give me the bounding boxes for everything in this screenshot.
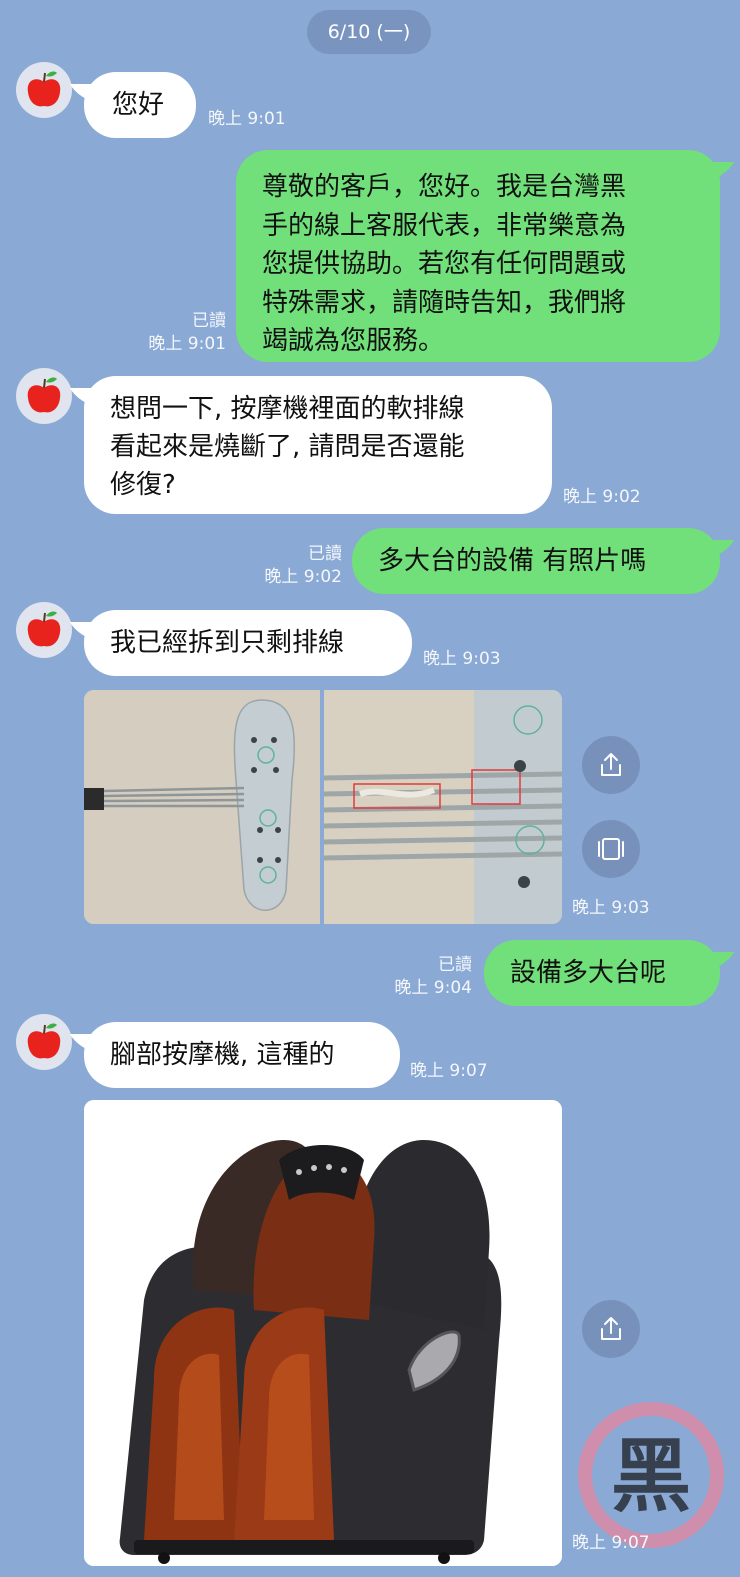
message-time: 晚上 9:02 (264, 567, 342, 587)
message-text: 設備多大台呢 (510, 958, 667, 988)
apple-icon (27, 377, 61, 413)
message-time: 晚上 9:01 (208, 109, 286, 129)
read-receipt: 已讀 (192, 311, 226, 331)
message-time: 晚上 9:04 (394, 978, 472, 998)
message-text-line: 尊敬的客戶，您好。我是台灣黑 (262, 172, 627, 202)
message-time: 晚上 9:03 (423, 649, 501, 669)
share-button[interactable] (582, 1300, 640, 1358)
message-text-line: 特殊需求，請隨時告知，我們將 (262, 287, 627, 318)
foot-massager-image (84, 1100, 562, 1566)
ribbon-closeup-image (324, 690, 562, 924)
message-bubble-incoming[interactable]: 想問一下, 按摩機裡面的軟排線 看起來是燒斷了, 請問是否還能 修復? (84, 376, 552, 514)
message-bubble-incoming[interactable]: 我已經拆到只剩排線 (84, 610, 412, 676)
message-time: 晚上 9:07 (572, 1533, 650, 1553)
read-receipt: 已讀 (438, 955, 472, 975)
ribbon-board-image (84, 690, 320, 924)
contact-avatar[interactable] (16, 602, 72, 658)
message-text-line: 竭誠為您服務。 (262, 326, 445, 356)
watermark-logo: 黑 (576, 1400, 726, 1550)
apple-icon (27, 611, 61, 647)
contact-avatar[interactable] (16, 62, 72, 118)
watermark-glyph: 黑 (611, 1430, 691, 1523)
date-separator: 6/10 (一) (307, 10, 431, 54)
photo-ribbon-board[interactable] (84, 690, 320, 924)
message-text-line: 您提供協助。若您有任何問題或 (262, 249, 627, 279)
message-text-line: 看起來是燒斷了, 請問是否還能 (110, 432, 465, 462)
message-bubble-outgoing[interactable]: 多大台的設備 有照片嗎 (352, 528, 720, 594)
message-time: 晚上 9:03 (572, 898, 650, 918)
message-text: 我已經拆到只剩排線 (110, 628, 345, 658)
message-text-line: 手的線上客服代表，非常樂意為 (262, 210, 627, 241)
share-icon (601, 753, 621, 776)
message-bubble-outgoing[interactable]: 尊敬的客戶，您好。我是台灣黑 手的線上客服代表，非常樂意為 您提供協助。若您有任… (236, 150, 720, 362)
message-bubble-incoming[interactable]: 腳部按摩機, 這種的 (84, 1022, 400, 1088)
message-text: 腳部按摩機, 這種的 (110, 1040, 335, 1070)
apple-icon (27, 71, 61, 107)
message-text: 多大台的設備 有照片嗎 (378, 546, 647, 576)
contact-avatar[interactable] (16, 1014, 72, 1070)
share-icon (601, 1317, 621, 1340)
carousel-icon (598, 838, 624, 860)
message-bubble-outgoing[interactable]: 設備多大台呢 (484, 940, 720, 1006)
message-text-line: 修復? (110, 470, 176, 500)
message-bubble-incoming[interactable]: 您好 (84, 72, 196, 138)
message-text-line: 想問一下, 按摩機裡面的軟排線 (110, 394, 465, 424)
apple-icon (27, 1023, 61, 1059)
message-time: 晚上 9:02 (563, 487, 641, 507)
share-button[interactable] (582, 736, 640, 794)
view-album-button[interactable] (582, 820, 640, 878)
photo-ribbon-closeup[interactable] (324, 690, 562, 924)
contact-avatar[interactable] (16, 368, 72, 424)
read-receipt: 已讀 (308, 544, 342, 564)
message-time: 晚上 9:07 (410, 1061, 488, 1081)
message-text: 您好 (112, 90, 165, 120)
photo-foot-massager[interactable] (84, 1100, 562, 1566)
message-time: 晚上 9:01 (148, 334, 226, 354)
